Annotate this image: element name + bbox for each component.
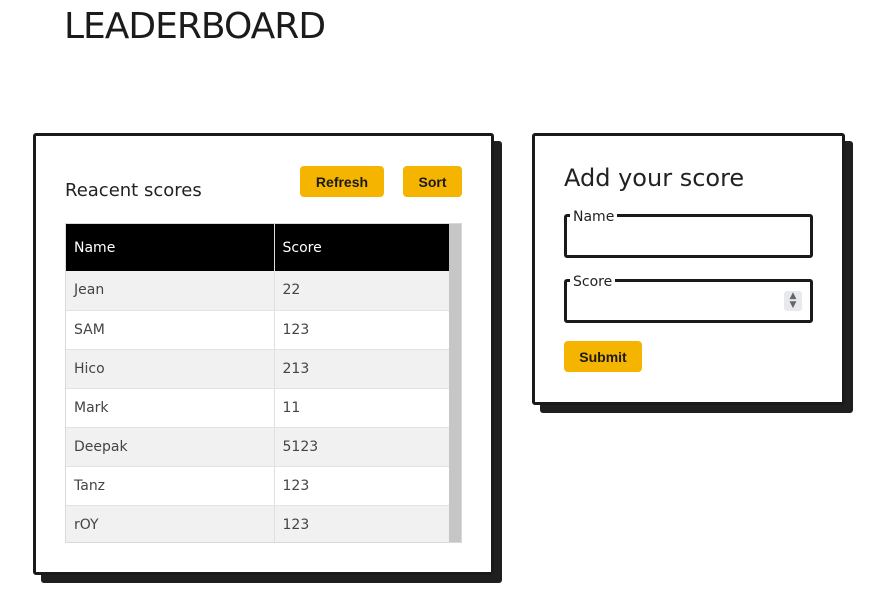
sort-button[interactable]: Sort — [403, 166, 462, 197]
table-row: Mark 11 — [66, 388, 450, 428]
cell-score: 123 — [273, 505, 450, 542]
recent-scores-card: Reacent scores Refresh Sort Name Score J… — [33, 133, 494, 575]
page-title: LEADERBOARD — [64, 6, 326, 47]
cell-name: rOY — [66, 505, 274, 542]
name-input[interactable] — [573, 231, 780, 255]
submit-button[interactable]: Submit — [564, 341, 642, 372]
table-row: Hico 213 — [66, 349, 450, 389]
cell-score: 213 — [273, 349, 450, 389]
cell-name: Jean — [66, 271, 274, 311]
table-row: rOY 123 — [66, 505, 450, 542]
number-spinner-icon[interactable]: ▲ ▼ — [784, 291, 802, 311]
column-header-name: Name — [66, 224, 274, 271]
column-header-score: Score — [273, 224, 450, 271]
scores-table: Name Score Jean 22 SAM 123 Hico 213 Mark… — [66, 224, 450, 542]
table-row: Tanz 123 — [66, 466, 450, 506]
cell-name: Hico — [66, 349, 274, 389]
cell-score: 123 — [273, 310, 450, 350]
add-score-card: Add your score Name Score ▲ ▼ Submit — [532, 133, 845, 405]
cell-score: 11 — [273, 388, 450, 428]
table-scrollbar[interactable] — [449, 224, 461, 542]
cell-name: Deepak — [66, 427, 274, 467]
table-row: SAM 123 — [66, 310, 450, 350]
scores-table-container: Name Score Jean 22 SAM 123 Hico 213 Mark… — [65, 223, 462, 543]
spinner-down-icon[interactable]: ▼ — [790, 301, 797, 310]
cell-score: 123 — [273, 466, 450, 506]
cell-name: Mark — [66, 388, 274, 428]
score-input[interactable] — [573, 296, 780, 320]
table-header-row: Name Score — [66, 224, 450, 271]
cell-score: 5123 — [273, 427, 450, 467]
table-row: Deepak 5123 — [66, 427, 450, 467]
score-field-label: Score — [570, 275, 616, 289]
name-field-label: Name — [570, 210, 618, 224]
cell-name: Tanz — [66, 466, 274, 506]
recent-scores-title: Reacent scores — [65, 180, 202, 201]
add-score-title: Add your score — [564, 164, 745, 192]
score-field: Score ▲ ▼ — [564, 275, 813, 323]
refresh-button[interactable]: Refresh — [300, 166, 384, 197]
table-row: Jean 22 — [66, 271, 450, 311]
cell-name: SAM — [66, 310, 274, 350]
cell-score: 22 — [273, 271, 450, 311]
name-field: Name — [564, 210, 813, 258]
